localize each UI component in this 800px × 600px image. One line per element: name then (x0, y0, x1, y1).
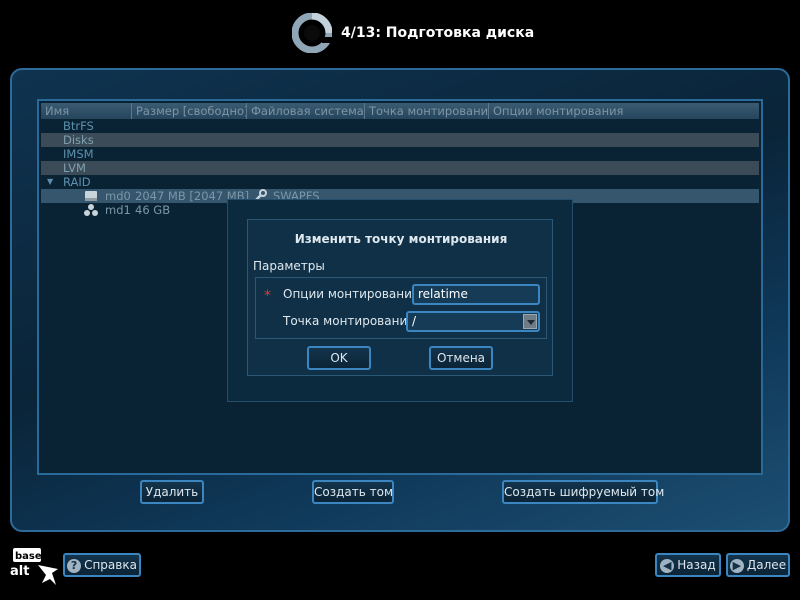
arrow-right-icon: ▶ (729, 558, 744, 573)
dialog-title: Изменить точку монтирования (294, 232, 508, 246)
tree-row-disks[interactable]: Disks (41, 133, 759, 147)
parameters-group: * Опции монтирования relatime Точка монт… (255, 277, 547, 339)
mount-point-dialog: Изменить точку монтирования Параметры * … (227, 199, 573, 402)
header: 4/13: Подготовка диска (0, 0, 800, 66)
column-size[interactable]: Размер [свободно] (132, 103, 247, 119)
required-mark: * (264, 288, 271, 304)
tree-row-raid[interactable]: ▼ RAID (41, 175, 759, 189)
column-header: Имя Размер [свободно] Файловая система Т… (41, 103, 759, 119)
dialog-body: Изменить точку монтирования Параметры * … (247, 219, 553, 376)
create-encrypted-volume-button[interactable]: Создать шифруемый том (502, 480, 664, 504)
tree-row-lvm[interactable]: LVM (41, 161, 759, 175)
installer-logo-icon (292, 13, 332, 53)
mount-point-label: Точка монтирования (283, 314, 415, 328)
cancel-button[interactable]: Отмена (429, 346, 493, 370)
next-button[interactable]: ▶ Далее (726, 553, 790, 577)
column-mount-point[interactable]: Точка монтирования (365, 103, 489, 119)
drive-icon (85, 191, 97, 201)
basealt-logo-icon: base alt (10, 548, 58, 585)
mount-point-value: / (412, 314, 417, 328)
svg-text:alt: alt (10, 564, 29, 579)
expand-arrow-icon[interactable]: ▼ (47, 175, 53, 189)
delete-button[interactable]: Удалить (140, 480, 204, 504)
help-icon: ? (67, 558, 82, 573)
mount-point-select[interactable]: / (406, 311, 540, 332)
tree-row-imsm[interactable]: IMSM (41, 147, 759, 161)
ok-button[interactable]: OK (307, 346, 371, 370)
column-name[interactable]: Имя (41, 103, 132, 119)
help-button[interactable]: ? Справка (63, 553, 141, 577)
mount-options-label: Опции монтирования (283, 287, 420, 301)
parameters-group-label: Параметры (253, 259, 325, 273)
tree-row-btrfs[interactable]: BtrFS (41, 119, 759, 133)
arrow-left-icon: ◀ (660, 558, 675, 573)
volume-group-icon (84, 204, 98, 216)
create-volume-button[interactable]: Создать том (312, 480, 394, 504)
column-filesystem[interactable]: Файловая система (247, 103, 365, 119)
step-title: 4/13: Подготовка диска (341, 25, 535, 41)
svg-text:base: base (15, 551, 42, 562)
dropdown-arrow-icon[interactable] (523, 314, 537, 329)
column-mount-options[interactable]: Опции монтирования (489, 103, 759, 119)
mount-options-input[interactable]: relatime (412, 284, 540, 305)
back-button[interactable]: ◀ Назад (655, 553, 721, 577)
